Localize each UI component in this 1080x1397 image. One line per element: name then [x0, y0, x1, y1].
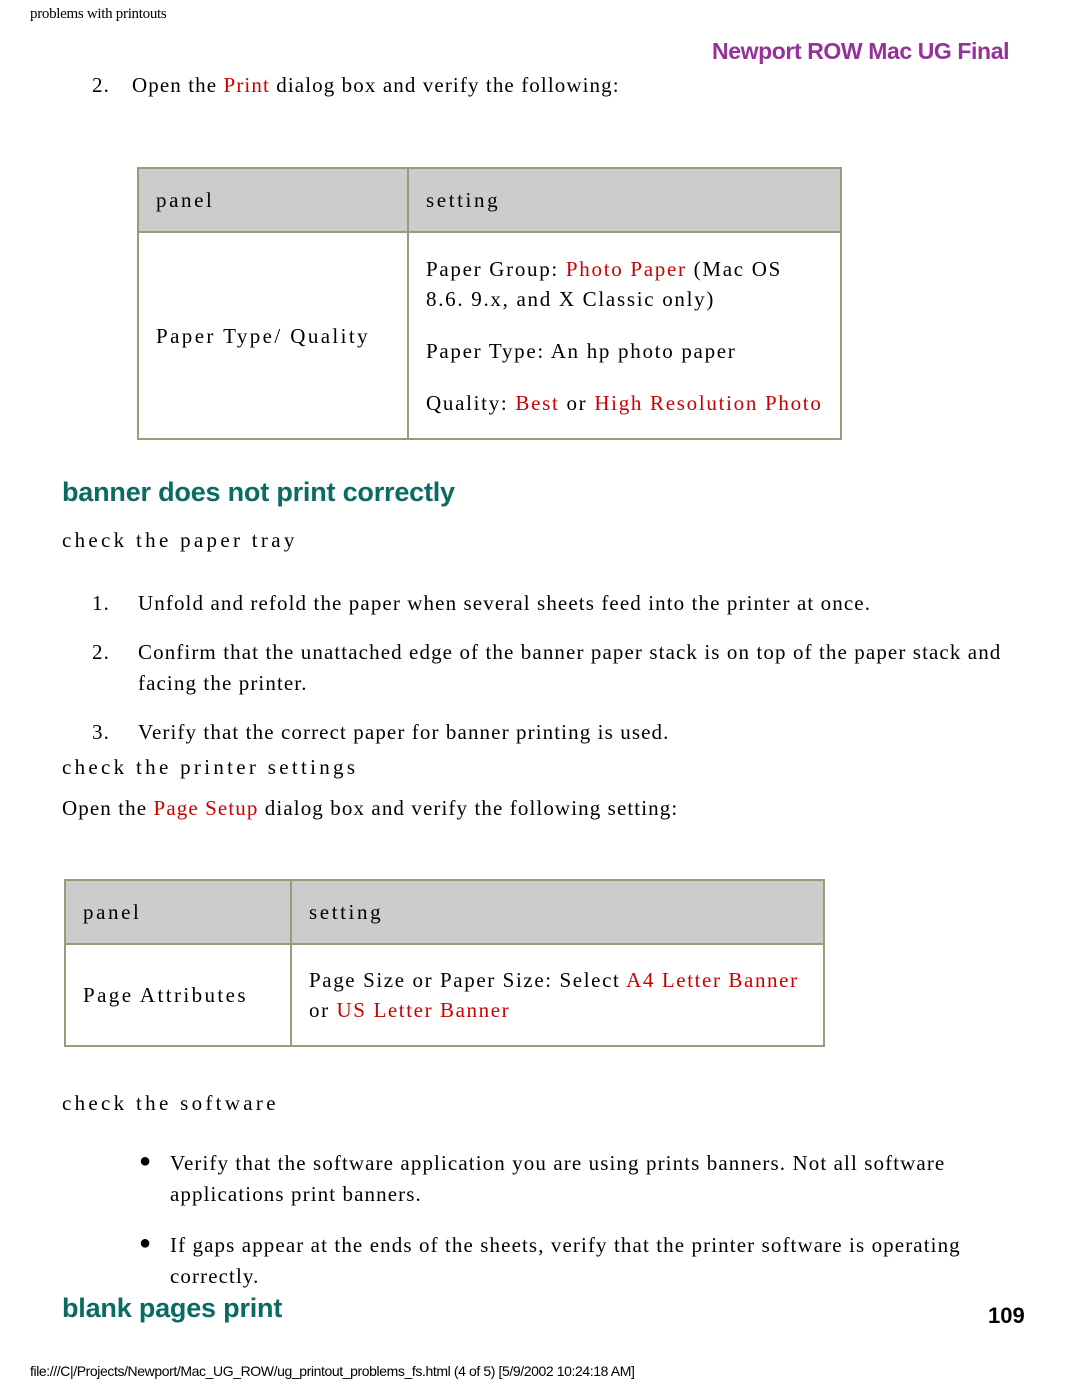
page-size-emphasis-us: US Letter Banner [336, 998, 511, 1022]
table2-header-panel-text: panel [83, 900, 142, 924]
bullet-list-software: ● Verify that the software application yo… [135, 1148, 1035, 1312]
table2-cell-setting: Page Size or Paper Size: Select A4 Lette… [290, 943, 825, 1047]
table2-cell-setting-content: Page Size or Paper Size: Select A4 Lette… [292, 959, 823, 1031]
heading-blank-pages-print: blank pages print [62, 1293, 283, 1323]
footer-file-path: file:///C|/Projects/Newport/Mac_UG_ROW/u… [30, 1363, 635, 1379]
table-row: Page Attributes Page Size or Paper Size:… [64, 943, 825, 1047]
heading-banner-does-not-print: banner does not print correctly [62, 477, 455, 507]
document-page: problems with printouts Newport ROW Mac … [0, 0, 1080, 1397]
list-item: 2. Confirm that the unattached edge of th… [92, 637, 1032, 699]
table1-cell-panel: Paper Type/ Quality [137, 231, 409, 440]
step-open-print-dialog: 2. Open the Print dialog box and verify t… [92, 70, 972, 101]
table1-cell-panel-text: Paper Type/ Quality [156, 323, 371, 348]
list-item: 3. Verify that the correct paper for bann… [92, 717, 1032, 748]
page-setup-text-after: dialog box and verify the following sett… [258, 796, 679, 820]
table-print-settings: panel setting Paper Type/ Quality Paper … [137, 167, 842, 440]
paper-group-label: Paper Group: [426, 256, 566, 281]
list-item-text: Verify that the software application you… [170, 1151, 946, 1206]
list-item-text: Verify that the correct paper for banner… [138, 720, 670, 744]
subheading-check-paper-tray: check the paper tray [62, 528, 298, 552]
list-item-text: Confirm that the unattached edge of the … [138, 640, 1002, 695]
subheading-check-printer-settings: check the printer settings [62, 755, 359, 779]
table-page-setup-settings: panel setting Page Attributes Page Size … [64, 879, 825, 1047]
step-emphasis-print: Print [223, 73, 270, 97]
quality-label: Quality: [426, 390, 516, 415]
list-item-number: 2. [92, 640, 110, 664]
page-size-mid: or [309, 998, 337, 1022]
quality-emphasis-best: Best [515, 390, 560, 415]
list-item-number: 3. [92, 720, 110, 744]
table2-header-setting-text: setting [309, 900, 384, 924]
quality-emphasis-high-res: High Resolution Photo [594, 390, 823, 415]
ordered-list-paper-tray: 1. Unfold and refold the paper when sever… [92, 588, 1032, 766]
step-text-before: Open the [132, 73, 224, 97]
bullet-icon: ● [139, 1232, 153, 1254]
paper-group-emphasis: Photo Paper [565, 256, 687, 281]
table2-header-setting: setting [290, 879, 825, 945]
table2-header-panel: panel [64, 879, 292, 945]
table-page-setup-settings-wrap: panel setting Page Attributes Page Size … [64, 879, 825, 1047]
table1-header-setting-text: setting [426, 188, 501, 212]
subheading-check-software: check the software [62, 1091, 279, 1115]
table-header-row: panel setting [64, 879, 825, 945]
page-number: 109 [988, 1303, 1025, 1328]
table2-cell-panel: Page Attributes [64, 943, 292, 1047]
quality-mid: or [559, 390, 595, 415]
page-setup-instruction: Open the Page Setup dialog box and verif… [62, 793, 962, 824]
step-number: 2. [92, 73, 110, 97]
table-header-row: panel setting [137, 167, 842, 233]
list-item: 1. Unfold and refold the paper when sever… [92, 588, 1032, 619]
list-item-text: If gaps appear at the ends of the sheets… [170, 1233, 961, 1288]
step-text-after: dialog box and verify the following: [269, 73, 620, 97]
page-size-label: Page Size or Paper Size: Select [309, 968, 627, 992]
table-row: Paper Type/ Quality Paper Group: Photo P… [137, 231, 842, 440]
table1-cell-setting-content: Paper Group: Photo Paper (Mac OS 8.6. 9.… [409, 240, 840, 432]
list-item-number: 1. [92, 591, 110, 615]
list-item-text: Unfold and refold the paper when several… [138, 591, 872, 615]
page-size-emphasis-a4: A4 Letter Banner [626, 968, 799, 992]
table1-header-panel: panel [137, 167, 409, 233]
list-item: ● Verify that the software application yo… [135, 1148, 1035, 1210]
page-setup-emphasis: Page Setup [153, 796, 259, 820]
running-head-right: Newport ROW Mac UG Final [712, 38, 1010, 64]
setting-line-quality: Quality: Best or High Resolution Photo [426, 388, 824, 418]
paper-type-label: Paper Type: An hp photo paper [426, 338, 737, 363]
table-print-settings-wrap: panel setting Paper Type/ Quality Paper … [137, 167, 842, 440]
list-item: ● If gaps appear at the ends of the sheet… [135, 1230, 1035, 1292]
table1-header-setting: setting [407, 167, 842, 233]
running-head-left: problems with printouts [30, 6, 167, 22]
table1-header-panel-text: panel [156, 188, 215, 212]
page-setup-text-before: Open the [62, 796, 154, 820]
table2-cell-panel-text: Page Attributes [83, 983, 248, 1007]
bullet-icon: ● [139, 1150, 153, 1172]
table1-cell-setting: Paper Group: Photo Paper (Mac OS 8.6. 9.… [407, 231, 842, 440]
setting-line-paper-type: Paper Type: An hp photo paper [426, 336, 824, 366]
setting-line-paper-group: Paper Group: Photo Paper (Mac OS 8.6. 9.… [426, 254, 824, 314]
